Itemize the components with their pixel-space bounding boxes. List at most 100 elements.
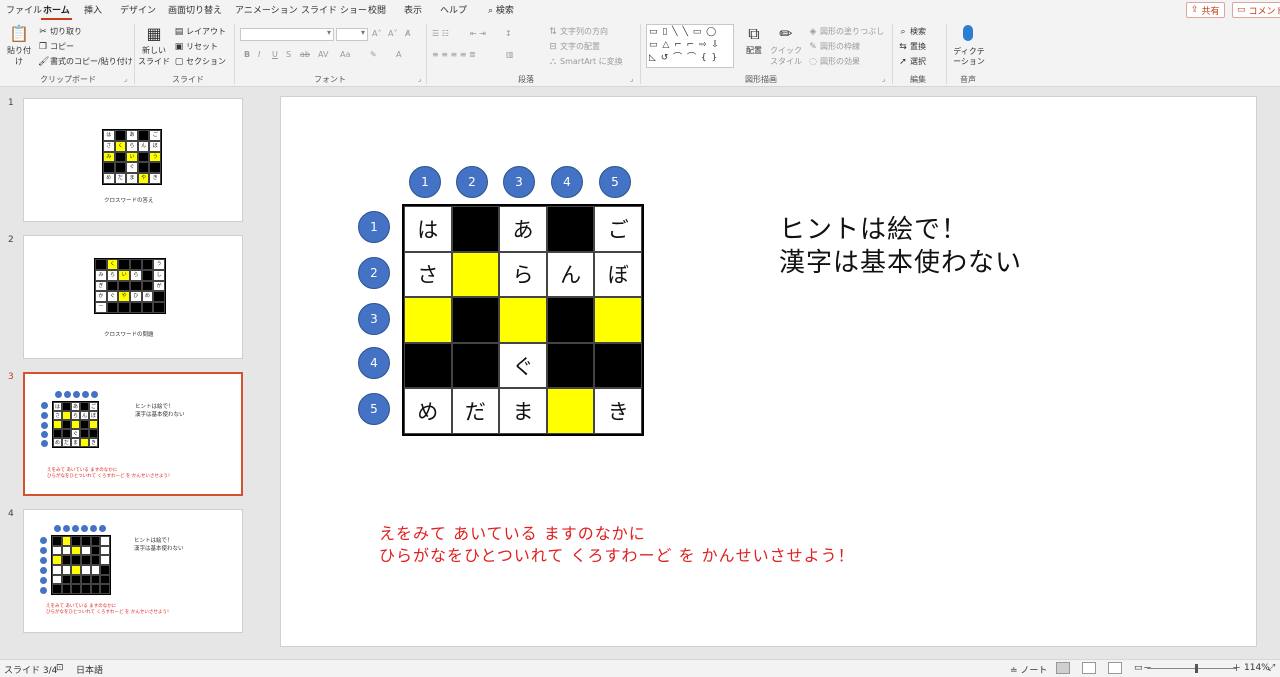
change-case-button[interactable]: Aa	[340, 50, 350, 59]
zoom-in-button[interactable]: ＋	[1232, 661, 1241, 674]
section-button[interactable]: ▢ セクション	[174, 56, 226, 67]
slide-canvas[interactable]: 1 2 3 4 5 1 2 3 4 5 は あ ごさらんぼぐめだま き ヒントは絵で！…	[280, 96, 1257, 647]
zoom-slider-thumb[interactable]	[1195, 664, 1198, 673]
shadow-button[interactable]: S	[286, 50, 291, 59]
hint-line[interactable]: 漢字は基本使わない	[779, 242, 1022, 279]
tab-insert[interactable]: 挿入	[84, 3, 102, 16]
crossword-cell[interactable]	[451, 297, 500, 343]
format-painter-button[interactable]: 🖌書式のコピー/貼り付け	[38, 56, 133, 67]
row-number-circle[interactable]: 5	[358, 393, 390, 425]
underline-button[interactable]: U	[272, 50, 278, 59]
strikethrough-button[interactable]: ab	[300, 50, 310, 59]
reset-button[interactable]: ▣ リセット	[174, 41, 218, 52]
crossword-cell[interactable]: さ	[404, 251, 452, 298]
bullets-icon[interactable]: ☰ ☷	[432, 29, 449, 38]
align-text-button[interactable]: ⊟ 文字の配置	[548, 41, 600, 52]
grow-font-button[interactable]: A˄	[372, 29, 381, 38]
crossword-cell[interactable]: あ	[499, 206, 547, 252]
cut-button[interactable]: ✂ 切り取り	[38, 26, 82, 37]
column-number-circle[interactable]: 1	[409, 166, 441, 198]
layout-button[interactable]: ▤ レイアウト	[174, 26, 226, 37]
shapes-gallery[interactable]: ▭ ▯ ╲ ╲ ▭ ◯▭ △ ⌐ ⌐ ⇨ ⇩◺ ↺ ⌒ ⌒ { } ☆	[646, 24, 734, 68]
new-slide-button[interactable]: ▦ 新しい スライド	[138, 24, 170, 67]
slide-thumbnail-4[interactable]: ヒントは絵で！ 漢字は基本使わない えをみて あいている ますのなかに ひらがな…	[23, 509, 243, 633]
slide-sorter-button[interactable]	[1082, 662, 1096, 674]
tab-slideshow[interactable]: スライド ショー	[301, 3, 367, 16]
notes-button[interactable]: ≐ ノート	[1010, 663, 1047, 676]
text-direction-button[interactable]: ⇅ 文字列の方向	[548, 26, 608, 37]
tab-animations[interactable]: アニメーション	[235, 3, 298, 16]
crossword-cell[interactable]	[404, 297, 452, 343]
crossword-cell[interactable]: ぼ	[594, 251, 642, 298]
crossword-cell[interactable]: は	[404, 206, 452, 252]
arrange-button[interactable]: ⧉ 配置	[740, 24, 768, 56]
row-number-circle[interactable]: 4	[358, 347, 390, 379]
crossword-cell[interactable]	[546, 388, 595, 434]
crossword-cell[interactable]: ん	[546, 251, 595, 298]
instruction-line[interactable]: ひらがなをひとついれて くろすわーど を かんせいさせよう！	[379, 542, 855, 566]
slide-thumbnail-1[interactable]: はあご さくらんぼ みいう ぐ めだまやき クロスワードの答え	[23, 98, 243, 222]
shape-effects-button[interactable]: ◌ 図形の効果	[808, 56, 860, 67]
shape-outline-button[interactable]: ✎ 図形の枠線	[808, 41, 860, 52]
indent-icon[interactable]: ⇤ ⇥	[470, 29, 486, 38]
quick-styles-button[interactable]: ✏ クイック スタイル	[770, 24, 802, 67]
clear-format-icon[interactable]: A̸	[405, 29, 410, 38]
column-number-circle[interactable]: 2	[456, 166, 488, 198]
dialog-launcher-icon[interactable]: ⌟	[124, 75, 127, 83]
crossword-cell[interactable]	[451, 342, 500, 389]
slideshow-icon[interactable]: ▭	[1134, 663, 1143, 673]
tab-home[interactable]: ホーム	[41, 3, 72, 20]
align-icons[interactable]: ≡ ≡ ≡ ≡ ≣	[432, 50, 476, 59]
share-button[interactable]: ⇪ 共有	[1186, 2, 1225, 18]
find-button[interactable]: ⌕ 検索	[898, 26, 926, 37]
italic-button[interactable]: I	[258, 50, 260, 59]
bold-button[interactable]: B	[244, 50, 250, 59]
crossword-cell[interactable]	[546, 297, 595, 343]
font-size-combo[interactable]	[336, 28, 368, 41]
tab-help[interactable]: ヘルプ	[440, 3, 467, 16]
crossword-cell[interactable]: き	[594, 388, 642, 434]
dictate-button[interactable]: ディクテーション	[952, 47, 986, 67]
normal-view-button[interactable]	[1056, 662, 1070, 674]
crossword-cell[interactable]	[594, 342, 642, 389]
crossword-cell[interactable]	[594, 297, 642, 343]
crossword-cell[interactable]: だ	[451, 388, 500, 434]
microphone-icon[interactable]	[963, 25, 973, 41]
crossword-cell[interactable]: め	[404, 388, 452, 434]
row-number-circle[interactable]: 1	[358, 211, 390, 243]
crossword-cell[interactable]	[546, 206, 595, 252]
tab-view[interactable]: 表示	[404, 3, 422, 16]
search-box[interactable]: ⌕ 検索	[488, 3, 514, 16]
dialog-launcher-icon[interactable]: ⌟	[882, 75, 885, 83]
shrink-font-button[interactable]: A˅	[388, 29, 397, 38]
crossword-cell[interactable]: ら	[499, 251, 547, 298]
slide-thumbnail-3[interactable]: はあご さらんぼ ぐ めだまき ヒントは絵で！ 漢字は基本使わない えをみて あ…	[23, 372, 243, 496]
slide-thumbnail-2[interactable]: くう みらいらし ぎが かぐやひめ ー クロスワードの問題	[23, 235, 243, 359]
char-spacing-button[interactable]: AV	[318, 50, 328, 59]
smartart-button[interactable]: ⛬ SmartArt に変換	[548, 56, 623, 67]
replace-button[interactable]: ⇆ 置換	[898, 41, 926, 52]
reading-view-button[interactable]	[1108, 662, 1122, 674]
tab-transitions[interactable]: 画面切り替え	[168, 3, 222, 16]
font-name-combo[interactable]	[240, 28, 334, 41]
crossword-cell[interactable]: ぐ	[499, 342, 547, 389]
instruction-line[interactable]: えをみて あいている ますのなかに	[379, 520, 646, 544]
hint-line[interactable]: ヒントは絵で！	[779, 209, 968, 246]
dialog-launcher-icon[interactable]: ⌟	[418, 75, 421, 83]
copy-button[interactable]: ❐ コピー	[38, 41, 74, 52]
crossword-cell[interactable]: ま	[499, 388, 547, 434]
column-number-circle[interactable]: 4	[551, 166, 583, 198]
crossword-cell[interactable]	[451, 206, 500, 252]
select-button[interactable]: ➚ 選択	[898, 56, 926, 67]
crossword-cell[interactable]	[404, 342, 452, 389]
slide-editor[interactable]: 1 2 3 4 5 1 2 3 4 5 は あ ごさらんぼぐめだま き ヒントは絵で！…	[258, 88, 1280, 659]
column-number-circle[interactable]: 3	[503, 166, 535, 198]
crossword-grid[interactable]: は あ ごさらんぼぐめだま き	[402, 204, 644, 436]
slide-thumbnail-pane[interactable]: 1 はあご さくらんぼ みいう ぐ めだまやき クロスワードの答え 2 くう み…	[0, 88, 258, 659]
row-number-circle[interactable]: 3	[358, 303, 390, 335]
fit-slide-icon[interactable]: ⤢	[1268, 663, 1275, 673]
line-spacing-icon[interactable]: ↕	[505, 29, 512, 38]
columns-icon[interactable]: ▥	[506, 50, 514, 59]
tab-file[interactable]: ファイル	[6, 3, 42, 16]
comment-button[interactable]: ▭コメント	[1232, 2, 1280, 18]
